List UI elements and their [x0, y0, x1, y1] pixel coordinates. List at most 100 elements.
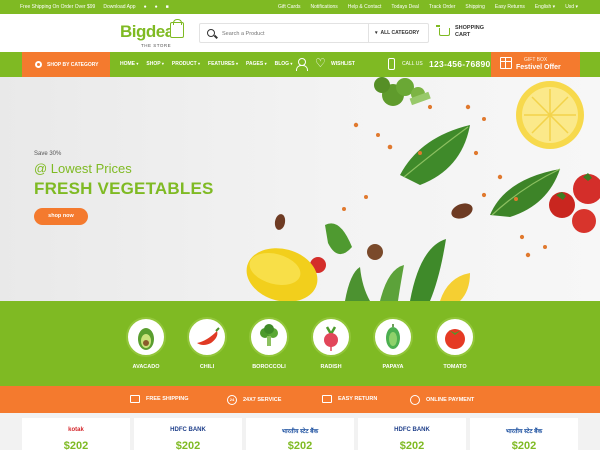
- offer-price: $202: [511, 440, 537, 450]
- top-bar: Free Shipping On Order Over $99 Download…: [0, 0, 600, 14]
- hero-headline: FRESH VEGETABLES: [34, 179, 214, 198]
- link-todays-deal[interactable]: Todays Deal: [391, 4, 419, 10]
- main-nav: SHOP BY CATEGORY HOME ▾ SHOP ▾ PRODUCT ▾…: [0, 52, 600, 77]
- phone-number[interactable]: 123-456-76890: [429, 59, 491, 69]
- offer-card[interactable]: भारतीय स्टेट बैंक $202: [470, 418, 578, 450]
- offer-card[interactable]: HDFC BANK $202: [134, 418, 242, 450]
- download-app-link[interactable]: Download App: [103, 4, 135, 10]
- offer-price: $202: [175, 440, 201, 450]
- chevron-down-icon: ▾: [161, 61, 164, 66]
- cart-icon: [436, 25, 450, 36]
- payment-icon: [410, 395, 420, 405]
- broccoli-image: [374, 77, 431, 106]
- hero-banner: Save 30% @ Lowest Prices FRESH VEGETABLE…: [0, 77, 600, 301]
- menu-item-product[interactable]: PRODUCT ▾: [172, 61, 200, 67]
- bank-logo-sbi: भारतीय स्टेट बैंक: [505, 429, 543, 435]
- link-notifications[interactable]: Notifications: [311, 4, 338, 10]
- chevron-down-icon: ▾: [264, 61, 267, 66]
- avocado-icon: [126, 317, 166, 357]
- shopping-cart[interactable]: SHOPPING CART: [436, 25, 485, 39]
- gift-icon: [500, 57, 512, 69]
- category-label: PAPAYA: [382, 364, 404, 370]
- shop-by-category-button[interactable]: SHOP BY CATEGORY: [22, 52, 110, 77]
- broccoli-icon: [249, 317, 289, 357]
- language-select[interactable]: English ▾: [535, 4, 555, 10]
- category-label: TOMATO: [443, 364, 467, 370]
- category-item-chili[interactable]: CHILI: [185, 317, 229, 370]
- link-help-contact[interactable]: Help & Contact: [348, 4, 382, 10]
- link-shipping[interactable]: Shipping: [465, 4, 484, 10]
- menu-label: BLOG: [274, 61, 290, 67]
- bank-logo-sbi: भारतीय स्टेट बैंक: [281, 429, 319, 435]
- logo-tagline: THE STORE: [141, 43, 172, 48]
- clock-24-icon: 24: [227, 395, 237, 405]
- logo-big: Big: [120, 22, 146, 41]
- category-icon: [35, 61, 42, 68]
- menu-label: SHOP: [146, 61, 161, 67]
- category-dropdown[interactable]: ▾ ALL CATEGORY: [375, 30, 419, 36]
- shipping-note: Free Shipping On Order Over $99: [20, 4, 96, 10]
- herbs-image: [345, 239, 470, 301]
- menu-item-shop[interactable]: SHOP ▾: [146, 61, 164, 67]
- offer-price: $202: [287, 440, 313, 450]
- papaya-icon: [373, 317, 413, 357]
- spinach-leaf-image: [400, 125, 470, 185]
- currency-select[interactable]: Usd ▾: [565, 4, 578, 10]
- search-icon[interactable]: [207, 29, 215, 37]
- offer-card[interactable]: kotak $202: [22, 418, 130, 450]
- menu-label: HOME: [120, 61, 135, 67]
- offer-card[interactable]: HDFC BANK $202: [358, 418, 466, 450]
- category-item-broccoli[interactable]: BOROCCOLI: [247, 317, 291, 370]
- menu-item-pages[interactable]: PAGES ▾: [246, 61, 267, 67]
- shop-now-button[interactable]: shop now: [34, 208, 88, 225]
- service-label: 24X7 SERVICE: [243, 397, 282, 403]
- squash-image: [246, 248, 318, 301]
- link-easy-returns[interactable]: Easy Returns: [495, 4, 525, 10]
- search-bar: ▾ALL CATEGORY: [199, 23, 429, 43]
- menu-label: PAGES: [246, 61, 264, 67]
- heart-icon[interactable]: ♡: [315, 56, 326, 70]
- chevron-down-icon: ▾: [236, 61, 239, 66]
- hero-save-text: Save 30%: [34, 151, 62, 157]
- gift-offer-button[interactable]: GIFT BOX Festivel Offer: [491, 52, 580, 77]
- service-24x7: 24 24X7 SERVICE: [227, 395, 281, 405]
- bank-offers: kotak $202 HDFC BANK $202 भारतीय स्टेट ब…: [0, 413, 600, 450]
- android-icon[interactable]: ●: [155, 4, 158, 10]
- menu-item-features[interactable]: FEATURES ▾: [208, 61, 238, 67]
- user-icon[interactable]: [296, 58, 308, 71]
- cart-line1: SHOPPING: [455, 25, 485, 31]
- return-icon: [322, 395, 332, 403]
- menu-item-blog[interactable]: BLOG ▾: [275, 61, 293, 67]
- gift-small-label: GIFT BOX: [524, 57, 548, 63]
- chevron-down-icon: ▾: [552, 4, 556, 10]
- lemon-image: [516, 81, 584, 149]
- phone-icon: [388, 58, 395, 70]
- link-gift-cards[interactable]: Gift Cards: [278, 4, 301, 10]
- menu-label: FEATURES: [208, 61, 235, 67]
- category-item-tomato[interactable]: TOMATO: [433, 317, 477, 370]
- bank-logo-kotak: kotak: [68, 427, 84, 433]
- windows-icon[interactable]: ■: [166, 4, 169, 10]
- menu-label: PRODUCT: [171, 61, 197, 67]
- logo[interactable]: Bigdeal THE STORE: [120, 19, 184, 48]
- category-label: CHILI: [199, 364, 215, 370]
- menu-item-home[interactable]: HOME ▾: [120, 61, 138, 67]
- category-item-papaya[interactable]: PAPAYA: [371, 317, 415, 370]
- service-free-shipping: FREE SHIPPING: [130, 395, 188, 403]
- chevron-down-icon: ▾: [136, 61, 139, 66]
- category-band: AVACADO CHILI BOROCCOLI RADISH PAPAYA TO…: [0, 301, 600, 386]
- offer-price: $202: [399, 440, 425, 450]
- category-item-avocado[interactable]: AVACADO: [124, 317, 168, 370]
- search-input[interactable]: [222, 27, 362, 40]
- chevron-down-icon: ▾: [575, 4, 578, 10]
- hero-lowest-prices: @ Lowest Prices: [34, 161, 132, 176]
- service-easy-return: EASY RETURN: [322, 395, 377, 403]
- link-track-order[interactable]: Track Order: [429, 4, 455, 10]
- category-item-radish[interactable]: RADISH: [309, 317, 353, 370]
- category-label: RADISH: [320, 364, 342, 370]
- apple-icon[interactable]: ●: [144, 4, 147, 10]
- wishlist-link[interactable]: WISHLIST: [331, 61, 355, 67]
- offer-card[interactable]: भारतीय स्टेट बैंक $202: [246, 418, 354, 450]
- gift-big-label: Festivel Offer: [516, 64, 561, 71]
- spinach-leaf-image: [325, 223, 352, 255]
